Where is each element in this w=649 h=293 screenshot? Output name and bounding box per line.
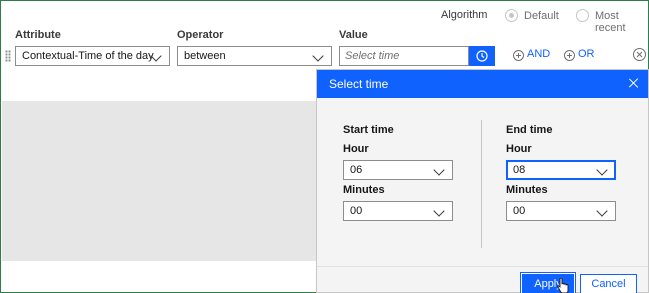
start-minutes-value: 00 — [350, 205, 363, 217]
start-hour-select[interactable]: 06 — [343, 160, 453, 180]
add-icon[interactable] — [513, 50, 524, 61]
value-time-input[interactable]: Select time — [339, 46, 469, 66]
attribute-column-label: Attribute — [15, 29, 61, 41]
clock-icon — [476, 50, 488, 62]
cancel-button[interactable]: Cancel — [580, 274, 637, 293]
drag-handle-icon[interactable] — [5, 50, 11, 62]
value-placeholder: Select time — [345, 50, 400, 62]
dialog-header: Select time — [317, 70, 648, 98]
dialog-footer-divider — [317, 266, 648, 267]
disabled-content-area — [2, 101, 316, 261]
start-hour-value: 06 — [350, 164, 363, 176]
radio-default[interactable] — [505, 9, 518, 22]
end-time-title: End time — [506, 124, 553, 136]
remove-icon[interactable] — [633, 48, 646, 61]
close-icon[interactable] — [628, 77, 640, 89]
end-minutes-value: 00 — [513, 205, 526, 217]
chevron-down-icon — [314, 52, 323, 61]
operator-select[interactable]: between — [177, 46, 332, 66]
chevron-down-icon — [152, 52, 161, 61]
start-minutes-label: Minutes — [343, 184, 385, 196]
chevron-down-icon — [598, 166, 607, 175]
hand-cursor-icon — [557, 278, 569, 293]
column-divider — [481, 120, 482, 248]
value-column-label: Value — [339, 29, 368, 41]
radio-default-label: Default — [524, 10, 559, 22]
operator-column-label: Operator — [177, 29, 224, 41]
end-minutes-label: Minutes — [506, 184, 548, 196]
dialog-title: Select time — [329, 77, 389, 91]
start-time-title: Start time — [343, 124, 394, 136]
select-time-dialog: Select time Start time Hour 06 Minutes 0… — [316, 69, 649, 293]
or-button[interactable]: OR — [578, 48, 595, 60]
radio-most-recent-label: Most recent — [595, 10, 626, 34]
end-hour-value: 08 — [513, 164, 526, 176]
end-hour-select[interactable]: 08 — [506, 160, 616, 180]
add-icon[interactable] — [564, 50, 575, 61]
radio-most-recent[interactable] — [576, 9, 589, 22]
operator-select-value: between — [184, 50, 226, 62]
start-hour-label: Hour — [343, 143, 369, 155]
clock-button[interactable] — [469, 46, 495, 66]
algorithm-label: Algorithm — [441, 9, 488, 21]
chevron-down-icon — [435, 207, 444, 216]
attribute-select-value: Contextual-Time of the day — [22, 50, 154, 62]
chevron-down-icon — [435, 166, 444, 175]
end-minutes-select[interactable]: 00 — [506, 201, 616, 221]
attribute-select[interactable]: Contextual-Time of the day — [15, 46, 170, 66]
rule-editor: Algorithm Default Most recent Attribute … — [0, 0, 649, 293]
and-button[interactable]: AND — [527, 48, 550, 60]
chevron-down-icon — [598, 207, 607, 216]
start-minutes-select[interactable]: 00 — [343, 201, 453, 221]
end-hour-label: Hour — [506, 143, 532, 155]
